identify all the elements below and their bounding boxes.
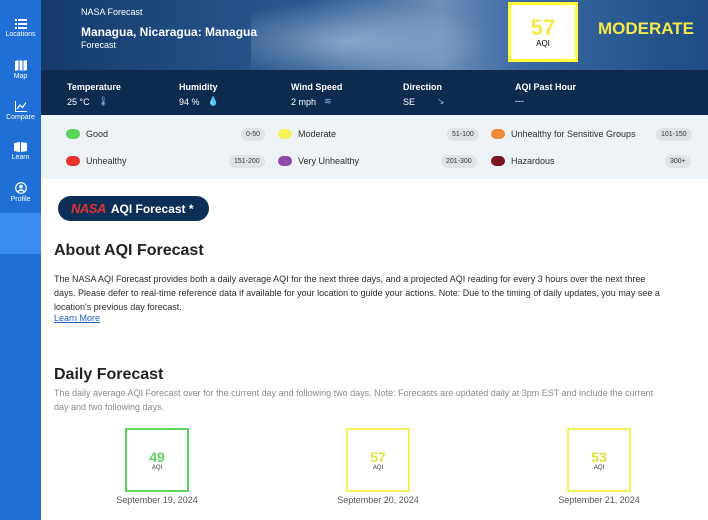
stat-direction: Direction SE ↘ [403, 82, 445, 107]
header-background-image [251, 0, 491, 70]
about-line: days. Please defer to real-time referenc… [54, 288, 660, 298]
legend-swatch [66, 129, 80, 139]
arrow-down-right-icon: ↘ [437, 96, 445, 106]
stat-aqi-past-hour: AQI Past Hour --- [515, 82, 576, 106]
daily-forecast-body: The daily average AQI Forecast over for … [54, 386, 699, 414]
sidebar-item-learn[interactable]: Learn [0, 131, 41, 172]
legend-label: Unhealthy [86, 156, 127, 166]
user-circle-icon [14, 182, 27, 194]
legend-item-very-unhealthy: Very Unhealthy [278, 153, 359, 169]
location-header: NASA Forecast Managua, Nicaragua: Managu… [41, 0, 708, 70]
legend-range: 101-150 [656, 128, 692, 141]
stat-title: Direction [403, 82, 443, 92]
list-icon [14, 19, 27, 29]
forecast-aqi-value: 49 [149, 448, 165, 465]
book-icon [14, 142, 27, 152]
location-subtitle: Forecast [81, 40, 117, 50]
forecast-date: September 20, 2024 [337, 495, 419, 505]
location-title: Managua, Nicaragua: Managua [81, 25, 258, 39]
legend-swatch [491, 156, 505, 166]
forecast-aqi-unit: AQI [372, 464, 384, 471]
daily-forecast-title: Daily Forecast [54, 366, 164, 383]
legend-range: 51-100 [447, 128, 479, 141]
legend-swatch [278, 156, 292, 166]
forecast-aqi-unit: AQI [151, 464, 163, 471]
sidebar-item-profile[interactable]: Profile [0, 172, 41, 213]
stat-value: 94 % [179, 96, 200, 107]
sidebar-item-locations[interactable]: Locations [0, 8, 41, 49]
forecast-date: September 19, 2024 [116, 495, 198, 505]
forecast-aqi-value: 53 [591, 448, 607, 465]
stat-value: 25 °C [67, 96, 90, 107]
sidebar-active-slot[interactable] [0, 213, 41, 254]
sidebar-item-label: Profile [10, 196, 31, 203]
about-title: About AQI Forecast [54, 242, 204, 259]
legend-label: Moderate [298, 129, 337, 139]
main-content: NASA AQI Forecast * About AQI Forecast T… [41, 179, 708, 520]
stat-value: --- [515, 96, 524, 106]
wind-icon: ≋ [324, 96, 332, 106]
current-aqi-value: 57 [530, 14, 556, 40]
forecast-date: September 21, 2024 [558, 495, 640, 505]
legend-range: 0-50 [241, 128, 266, 141]
legend-swatch [278, 129, 292, 139]
about-line: The NASA AQI Forecast provides both a da… [54, 274, 646, 284]
legend-item-moderate: Moderate [278, 126, 336, 142]
forecast-card-day2: 57 AQI [346, 428, 410, 492]
conditions-bar: Temperature 25 °C 🌡 Humidity 94 % 💧 Wind S… [41, 70, 708, 115]
legend-label: Unhealthy for Sensitive Groups [511, 129, 636, 139]
current-aqi-box: 57 AQI [508, 2, 578, 62]
legend-range: 151-200 [229, 155, 265, 168]
stat-value: 2 mph [291, 96, 317, 107]
brand-label: NASA Forecast [81, 7, 143, 17]
daily-line: The daily average AQI Forecast over for … [54, 388, 654, 398]
forecast-card-day3: 53 AQI [567, 428, 631, 492]
stat-value: SE [403, 96, 416, 107]
badge-text: AQI Forecast * [110, 201, 194, 216]
forecast-card-day1: 49 AQI [125, 428, 189, 492]
sidebar-item-label: Map [13, 72, 28, 80]
legend-label: Good [86, 129, 109, 139]
chart-line-icon [14, 100, 27, 112]
sidebar-item-compare[interactable]: Compare [0, 90, 41, 131]
sidebar: Locations Map Compare Learn Profile [0, 0, 41, 520]
legend-swatch [66, 156, 80, 166]
stat-title: Humidity [179, 82, 218, 92]
aqi-legend: Good 0-50 Moderate 51-100 Unhealthy for … [41, 115, 708, 179]
nasa-logo: NASA [71, 201, 106, 216]
stat-humidity: Humidity 94 % 💧 [179, 82, 219, 107]
daily-line: day and two following days. [54, 402, 165, 412]
sidebar-item-label: Compare [6, 113, 35, 121]
current-aqi-unit: AQI [536, 38, 550, 48]
legend-item-good: Good [66, 126, 108, 142]
forecast-aqi-value: 57 [370, 448, 386, 465]
legend-item-hazardous: Hazardous [491, 153, 555, 169]
stat-title: Temperature [67, 82, 121, 92]
legend-range: 300+ [665, 155, 691, 168]
aqi-category-label: MODERATE [598, 19, 695, 38]
stat-temperature: Temperature 25 °C 🌡 [67, 82, 121, 107]
about-line: location's previous day forecast. [54, 302, 182, 312]
thermometer-icon: 🌡 [97, 96, 110, 106]
forecast-aqi-unit: AQI [593, 464, 605, 471]
legend-item-usg: Unhealthy for Sensitive Groups [491, 126, 636, 142]
map-icon [14, 59, 27, 71]
stat-title: Wind Speed [291, 82, 343, 92]
stat-wind-speed: Wind Speed 2 mph ≋ [291, 82, 342, 107]
sidebar-item-label: Locations [5, 31, 36, 38]
droplet-icon: 💧 [207, 96, 219, 106]
stat-title: AQI Past Hour [515, 82, 577, 92]
aqi-forecast-badge: NASA AQI Forecast * [58, 196, 209, 221]
legend-swatch [491, 129, 505, 139]
sidebar-item-label: Learn [11, 154, 30, 161]
about-body: The NASA AQI Forecast provides both a da… [54, 272, 694, 314]
legend-range: 201-300 [441, 155, 477, 168]
legend-label: Very Unhealthy [298, 156, 360, 166]
learn-more-link[interactable]: Learn More [54, 313, 100, 323]
sidebar-item-map[interactable]: Map [0, 49, 41, 90]
legend-item-unhealthy: Unhealthy [66, 153, 127, 169]
legend-label: Hazardous [511, 156, 555, 166]
